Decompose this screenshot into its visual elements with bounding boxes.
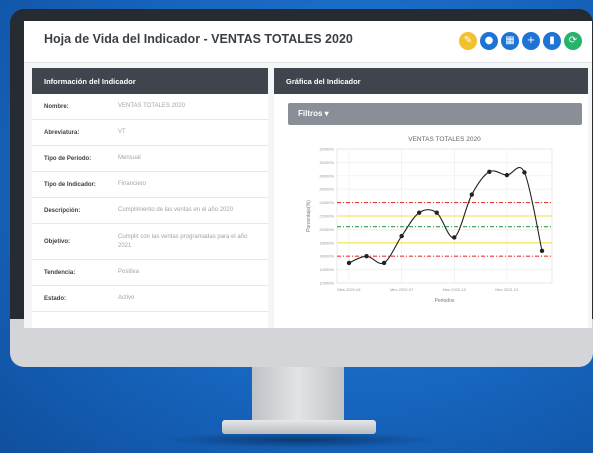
monitor-foot — [222, 420, 376, 434]
x-tick-label: Mes 2020-07 — [390, 287, 414, 292]
x-tick-label: Mes 2021-01 — [495, 287, 519, 292]
y-tick-label: 20000% — [319, 227, 334, 232]
data-point — [434, 210, 439, 215]
y-tick-label: 14000% — [319, 267, 334, 272]
data-point — [346, 260, 352, 266]
data-point — [487, 169, 492, 174]
monitor-bezel: Hoja de Vida del Indicador - VENTAS TOTA… — [10, 9, 593, 328]
y-tick-label: 32000% — [319, 147, 334, 152]
y-tick-label: 12000% — [319, 281, 334, 286]
x-tick-label: Mes 2020-10 — [443, 287, 467, 292]
y-tick-label: 30000% — [319, 160, 334, 165]
indicator-chart: VENTAS TOTALES 2020 12000% 14000% 16000% 180… — [306, 136, 553, 304]
data-point — [416, 210, 422, 215]
data-point — [452, 235, 457, 240]
data-point — [539, 248, 545, 254]
data-point — [399, 233, 404, 239]
y-tick-label: 26000% — [319, 187, 334, 192]
stand-shadow — [160, 432, 440, 448]
y-tick-label: 22000% — [319, 214, 334, 219]
x-tick-label: Mes 2020-04 — [337, 287, 361, 292]
y-tick-label: 16000% — [319, 254, 334, 259]
data-point — [522, 170, 527, 175]
y-tick-label: 18000% — [319, 240, 334, 245]
data-point — [364, 254, 369, 259]
data-point — [469, 192, 475, 197]
data-point — [504, 172, 510, 178]
data-point — [381, 260, 387, 266]
screen: Hoja de Vida del Indicador - VENTAS TOTA… — [24, 21, 592, 328]
y-tick-label: 28000% — [319, 173, 334, 178]
y-tick-label: 24000% — [319, 200, 334, 205]
x-axis-label: Periodos — [435, 298, 455, 304]
chart-title: VENTAS TOTALES 2020 — [408, 136, 481, 143]
y-axis-label: Porcentaje(%) — [306, 200, 312, 232]
